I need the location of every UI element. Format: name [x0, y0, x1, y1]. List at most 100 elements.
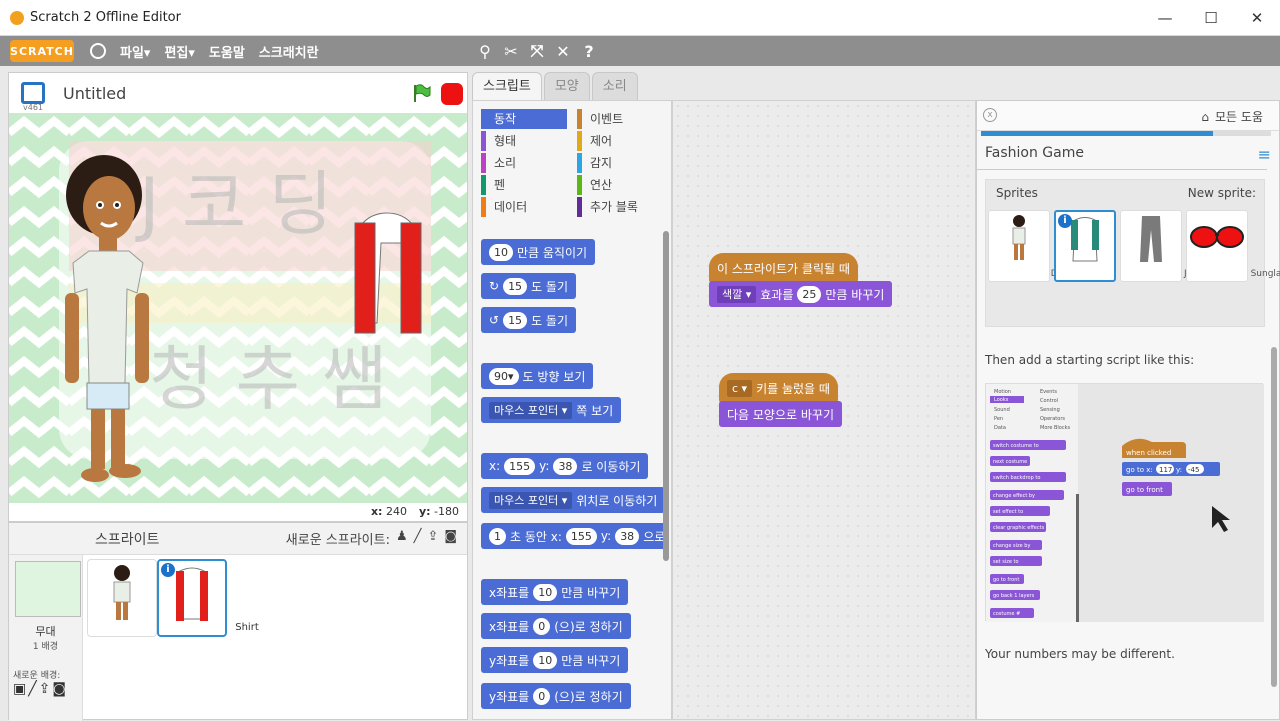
stage-panel: v461 Untitled J 코 딩 청 추 쌤 x: 240 y: -180: [8, 72, 468, 522]
svg-text:Looks: Looks: [994, 397, 1009, 403]
script-change-effect[interactable]: 색깔 ▾ 효과를 25 만큼 바꾸기: [709, 281, 893, 307]
duplicate-stamp-icon[interactable]: ⚲: [476, 42, 494, 61]
tab-scripts[interactable]: 스크립트: [472, 72, 542, 100]
svg-text:J 코 딩: J 코 딩: [135, 163, 333, 245]
stage-canvas[interactable]: J 코 딩 청 추 쌤: [9, 113, 467, 503]
stage-thumbnail[interactable]: 무대 1 배경 새로운 배경: ▣╱⇪◙: [9, 555, 83, 721]
sprite-tile-shirt[interactable]: i Shirt: [157, 559, 259, 637]
category-control[interactable]: 제어: [577, 131, 663, 151]
tip-sprites-illustration: Sprites New sprite: Dani2 i Shirt Jeans …: [985, 179, 1280, 327]
category-operators[interactable]: 연산: [577, 175, 663, 195]
svg-text:Events: Events: [1040, 389, 1057, 395]
backdrop-upload-icon[interactable]: ⇪: [39, 681, 53, 697]
svg-text:Operators: Operators: [1040, 416, 1065, 422]
scripts-area[interactable]: 이 스프라이트가 클릭될 때 색깔 ▾ 효과를 25 만큼 바꾸기 c ▾ 키를 눌렀을…: [672, 100, 976, 720]
all-help-link[interactable]: ⌂ 모든 도움: [1201, 108, 1263, 125]
block-goto[interactable]: 마우스 포인터 ▾ 위치로 이동하기: [481, 487, 666, 513]
script-next-costume[interactable]: 다음 모양으로 바꾸기: [719, 401, 842, 427]
block-point-towards[interactable]: 마우스 포인터 ▾ 쪽 보기: [481, 397, 622, 423]
choose-sprite-icon[interactable]: ♟: [396, 529, 408, 548]
stop-icon[interactable]: [441, 83, 463, 105]
delete-scissors-icon[interactable]: ✂: [502, 42, 520, 61]
svg-text:More Blocks: More Blocks: [1040, 425, 1071, 431]
fullscreen-icon[interactable]: [21, 82, 45, 104]
paint-sprite-icon[interactable]: ╱: [414, 529, 422, 548]
svg-text:costume #: costume #: [993, 611, 1020, 617]
tips-text-start-script: Then add a starting script like this:: [985, 353, 1195, 367]
tip-sprite-jeans: Jeans: [1120, 210, 1208, 282]
backdrop-image-icon[interactable]: ▣: [13, 681, 28, 697]
backdrop-camera-icon[interactable]: ◙: [52, 681, 68, 697]
svg-text:Sensing: Sensing: [1040, 407, 1060, 413]
maximize-button[interactable]: ☐: [1188, 0, 1234, 36]
svg-text:go back 1 layers: go back 1 layers: [993, 593, 1035, 599]
backdrop-paint-icon[interactable]: ╱: [28, 681, 38, 697]
sprite-name: Shirt: [235, 622, 259, 633]
menu-file[interactable]: 파일▾: [120, 42, 150, 61]
block-change-y[interactable]: y좌표를 10 만큼 바꾸기: [481, 647, 629, 673]
block-glide[interactable]: 1초 동안 x: 155 y: 38 으로: [481, 523, 667, 549]
stage-thumb-image: [15, 561, 81, 617]
script-when-sprite-clicked[interactable]: 이 스프라이트가 클릭될 때: [709, 253, 858, 283]
block-change-x[interactable]: x좌표를 10 만큼 바꾸기: [481, 579, 629, 605]
shrink-icon[interactable]: ✕: [554, 42, 572, 61]
svg-text:Sound: Sound: [994, 407, 1010, 413]
grow-icon[interactable]: ⤧: [528, 41, 546, 61]
scratch-logo[interactable]: SCRATCH: [10, 40, 74, 62]
close-tips-icon[interactable]: x: [983, 108, 997, 122]
svg-text:y:: y:: [1176, 466, 1182, 474]
block-turn-right[interactable]: ↻ 15 도 돌기: [481, 273, 576, 299]
block-move-steps[interactable]: 10 만큼 움직이기: [481, 239, 596, 265]
block-set-y[interactable]: y좌표를 0 (으)로 정하기: [481, 683, 631, 709]
palette-scrollbar[interactable]: [663, 231, 669, 561]
category-looks[interactable]: 형태: [481, 131, 567, 151]
sprite-tile-dani[interactable]: Dani: [87, 559, 187, 637]
svg-text:when clicked: when clicked: [1126, 449, 1171, 457]
project-title[interactable]: Untitled: [63, 84, 126, 103]
window-titlebar: Scratch 2 Offline Editor — ☐ ✕: [0, 0, 1280, 36]
category-sensing[interactable]: 감지: [577, 153, 663, 173]
editor-tabs: 스크립트 모양 소리: [472, 72, 638, 100]
tips-menu-icon[interactable]: ≡: [1258, 145, 1271, 164]
tab-costumes[interactable]: 모양: [543, 72, 590, 100]
svg-text:청 추 쌤: 청 추 쌤: [149, 338, 387, 420]
tips-progress: [981, 131, 1271, 136]
svg-text:Motion: Motion: [994, 389, 1011, 395]
menu-help[interactable]: 도움말: [209, 42, 245, 61]
green-flag-icon[interactable]: [411, 83, 431, 103]
category-motion[interactable]: 동작: [481, 109, 567, 129]
svg-text:set size to: set size to: [993, 559, 1019, 565]
svg-text:117: 117: [1159, 466, 1172, 474]
upload-sprite-icon[interactable]: ⇪: [427, 529, 438, 548]
block-palette: 동작 형태 소리 펜 데이터 이벤트 제어 감지 연산 추가 블록 10 만큼 움…: [472, 100, 672, 720]
svg-text:next costume: next costume: [993, 459, 1027, 465]
tab-sounds[interactable]: 소리: [591, 72, 638, 100]
svg-text:go to x:: go to x:: [1126, 466, 1153, 474]
tip-sprite-shirt: i Shirt: [1054, 210, 1143, 282]
menu-edit[interactable]: 편집▾: [164, 42, 194, 61]
app-icon: [10, 10, 24, 25]
stage-label: 무대: [35, 625, 56, 638]
close-window-button[interactable]: ✕: [1234, 0, 1280, 36]
tips-scrollbar[interactable]: [1271, 347, 1277, 687]
block-help-icon[interactable]: ?: [580, 42, 598, 61]
block-point-direction[interactable]: 90▾ 도 방향 보기: [481, 363, 594, 389]
rotate-right-icon: ↻: [489, 279, 500, 293]
category-pen[interactable]: 펜: [481, 175, 567, 195]
mouse-y: -180: [434, 505, 459, 518]
category-more-blocks[interactable]: 추가 블록: [577, 197, 663, 217]
category-data[interactable]: 데이터: [481, 197, 567, 217]
category-events[interactable]: 이벤트: [577, 109, 663, 129]
script-when-key-pressed[interactable]: c ▾ 키를 눌렀을 때: [719, 373, 838, 403]
category-sound[interactable]: 소리: [481, 153, 567, 173]
camera-sprite-icon[interactable]: ◙: [444, 529, 457, 548]
info-icon[interactable]: i: [161, 563, 175, 577]
menu-about[interactable]: 스크래치란: [259, 42, 319, 61]
svg-text:change size by: change size by: [993, 543, 1030, 549]
svg-text:-45: -45: [1188, 466, 1199, 474]
minimize-button[interactable]: —: [1142, 0, 1188, 36]
block-turn-left[interactable]: ↺ 15 도 돌기: [481, 307, 576, 333]
block-set-x[interactable]: x좌표를 0 (으)로 정하기: [481, 613, 631, 639]
block-goto-xy[interactable]: x: 155 y: 38 로 이동하기: [481, 453, 649, 479]
language-globe-icon[interactable]: [90, 43, 106, 59]
